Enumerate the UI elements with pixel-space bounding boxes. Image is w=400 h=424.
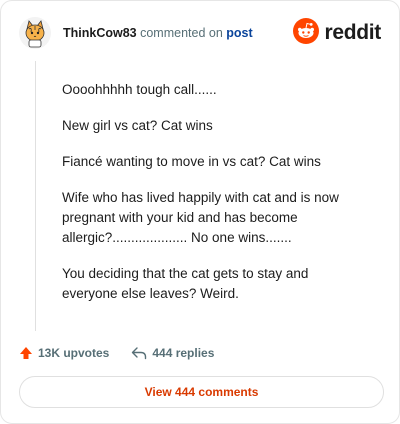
comment-paragraph: You deciding that the cat gets to stay a…	[62, 266, 309, 301]
view-comments-button[interactable]: View 444 comments	[19, 376, 384, 408]
reddit-logo[interactable]: reddit	[293, 17, 381, 49]
upvotes-stat[interactable]: 13K upvotes	[19, 346, 109, 360]
comment-footer: 13K upvotes 444 replies	[19, 344, 214, 362]
comment-paragraph: Fiancé wanting to move in vs cat? Cat wi…	[62, 154, 321, 169]
comment-body: Oooohhhhh tough call...... New girl vs c…	[62, 80, 362, 320]
comment-header: ThinkCow83 commented on post reddit	[19, 17, 381, 51]
thread-line	[35, 61, 36, 331]
action-text: commented on	[140, 26, 223, 40]
replies-count: 444 replies	[152, 346, 215, 360]
reddit-snoo-icon	[293, 17, 320, 49]
username-link[interactable]: ThinkCow83	[63, 26, 137, 40]
cat-avatar-icon[interactable]	[19, 17, 51, 49]
reddit-wordmark: reddit	[324, 21, 381, 44]
upvote-arrow-icon	[20, 347, 32, 359]
reply-arrow-icon	[132, 347, 147, 360]
comment-meta: ThinkCow83 commented on post	[63, 26, 253, 40]
comment-paragraph: New girl vs cat? Cat wins	[62, 118, 213, 133]
comment-card: ThinkCow83 commented on post reddit Oooo…	[0, 0, 400, 424]
post-link[interactable]: post	[226, 26, 252, 40]
upvotes-count: 13K upvotes	[38, 346, 110, 360]
replies-stat[interactable]: 444 replies	[131, 346, 214, 360]
comment-paragraph: Wife who has lived happily with cat and …	[62, 190, 339, 245]
comment-paragraph: Oooohhhhh tough call......	[62, 82, 217, 97]
